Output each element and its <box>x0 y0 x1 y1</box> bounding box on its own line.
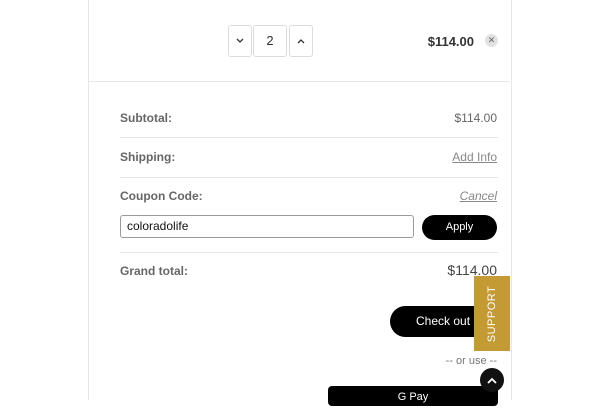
scroll-to-top-button[interactable] <box>480 368 504 392</box>
divider <box>120 137 498 138</box>
divider <box>120 177 498 178</box>
divider <box>120 252 498 253</box>
coupon-code-label: Coupon Code: <box>120 189 203 203</box>
increase-quantity-button[interactable] <box>289 25 313 57</box>
chevron-up-icon <box>297 39 305 44</box>
quantity-input[interactable]: 2 <box>253 25 287 57</box>
subtotal-value: $114.00 <box>454 111 498 125</box>
remove-item-button[interactable]: ✕ <box>485 34 498 47</box>
or-use-text: -- or use -- <box>445 355 497 367</box>
coupon-cancel-link[interactable]: Cancel <box>460 189 497 203</box>
item-price: $114.00 <box>427 34 474 49</box>
decrease-quantity-button[interactable] <box>228 25 252 57</box>
coupon-code-input[interactable]: coloradolife <box>120 215 414 238</box>
close-icon: ✕ <box>487 35 496 45</box>
apply-coupon-button[interactable]: Apply <box>422 215 497 240</box>
support-tab-label: SUPPORT <box>486 285 499 342</box>
shipping-add-info-link[interactable]: Add Info <box>452 150 497 164</box>
subtotal-label: Subtotal: <box>120 111 172 125</box>
chevron-down-icon <box>236 38 244 43</box>
divider <box>88 81 510 82</box>
support-tab[interactable]: SUPPORT <box>474 276 510 351</box>
chevron-up-icon <box>487 377 497 384</box>
shipping-label: Shipping: <box>120 150 176 164</box>
google-pay-button[interactable]: G Pay <box>328 386 498 406</box>
grand-total-label: Grand total: <box>120 264 188 278</box>
